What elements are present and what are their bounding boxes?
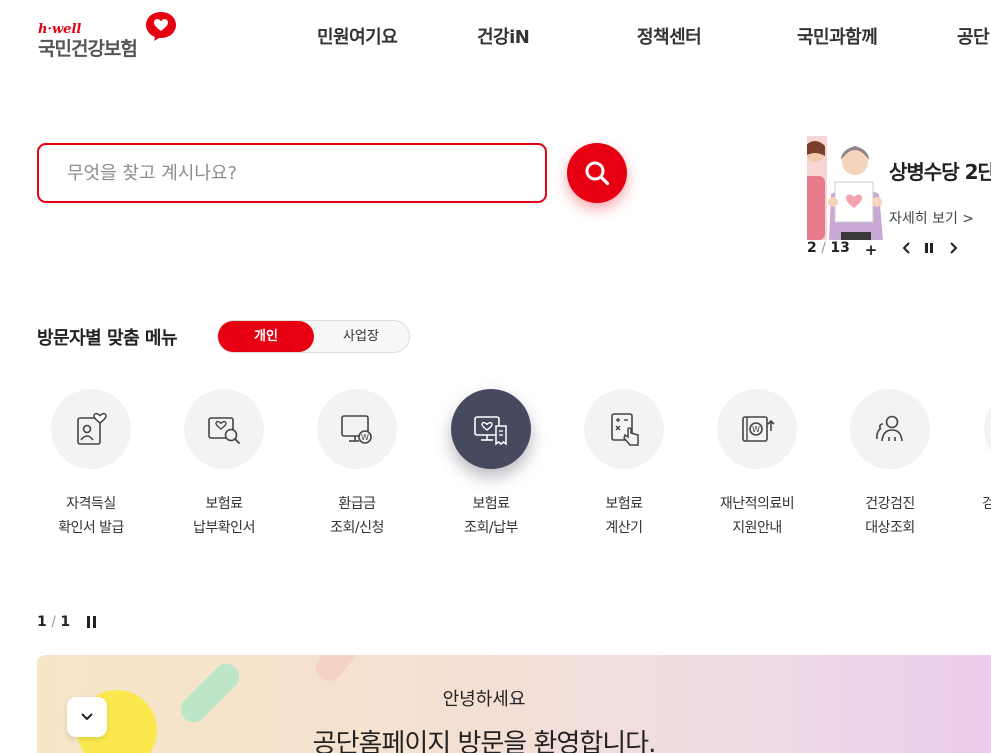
nav-item-health-in[interactable]: 건강iN [477,23,530,49]
search-box [37,143,547,203]
welcome-banner: 안녕하세요 공단홈페이지 방문을 환영합니다. [37,655,991,753]
nav-item-corporation[interactable]: 공단 [957,23,990,49]
notice-total: 1 [60,614,71,630]
svg-text:W: W [752,425,760,434]
banner-pause-button[interactable] [921,240,937,260]
quick-label-1: 환급금 [338,496,376,512]
quick-menu-icon-circle: W [717,389,797,469]
quick-label-2: 대상조회 [865,520,915,536]
quick-menu-item[interactable]: 보험료계산기 [569,389,679,540]
pause-icon-bar [87,616,90,628]
chevron-right-icon [950,242,958,254]
quick-label-1: 건강검진 [865,496,915,512]
quick-label-1: 자격득실 [66,496,116,512]
monitor-receipt-icon [474,416,507,446]
visitor-menu-title: 방문자별 맞춤 메뉴 [37,328,178,349]
quick-menu-icon-circle [51,389,131,469]
banner-next-button[interactable] [945,240,961,260]
visitor-type-toggle: 개인 사업장 [217,320,410,353]
id-card-heart-icon [77,412,107,445]
quick-menu-icon-circle [850,389,930,469]
quick-label-2: 검 [982,496,991,512]
notice-pager: 1 / 1 [37,614,71,630]
safe-won-icon: W [742,416,775,442]
banner-prev-button[interactable] [899,240,915,260]
welcome-message: 공단홈페이지 방문을 환영합니다. [312,729,657,753]
banner-detail-link[interactable]: 자세히 보기 > [889,208,974,228]
nav-item-civil-service[interactable]: 민원여기요 [317,23,398,49]
quick-label-2: 납부확인서 [193,520,255,536]
decoration-pill [310,655,370,687]
quick-menu-item[interactable]: W 재난적의료비지원안내 [702,389,812,540]
quick-label-2: 조회/납부 [464,520,518,536]
quick-label-1: 보험료 [205,496,243,512]
quick-menu-item[interactable]: W 환급금조회/신청 [302,389,412,540]
search-button[interactable] [567,143,627,203]
monitor-won-icon: W [341,415,372,444]
search-icon [585,161,610,186]
notice-current: 1 [37,614,47,630]
quick-label-2: 계산기 [605,520,643,536]
search-input[interactable] [39,145,545,201]
banner-add-button[interactable]: + [863,240,879,260]
quick-menu-icon-circle [584,389,664,469]
quick-menu-icon-circle [984,389,991,469]
banner-controls: 2 / 13 + [807,240,991,260]
nav-item-with-citizens[interactable]: 국민과함께 [797,23,878,49]
quick-menu-item-active[interactable]: 보험료조회/납부 [436,389,546,540]
quick-menu-icon-circle [184,389,264,469]
calculator-hand-icon [611,413,639,446]
quick-menu-icon-circle [451,389,531,469]
document-search-icon [208,417,240,444]
welcome-greeting: 안녕하세요 [442,689,526,710]
tab-business[interactable]: 사업장 [313,321,409,352]
chevron-left-icon [902,242,910,254]
quick-menu-icon-circle: W [317,389,397,469]
pause-icon [925,243,933,253]
pause-icon-bar [93,616,96,628]
quick-label-1: 재난적의료비 [719,496,795,512]
tab-personal[interactable]: 개인 [218,321,314,352]
quick-menu-item[interactable]: 자격득실확인서 발급 [36,389,146,540]
banner-total: 13 [830,240,850,256]
quick-menu-item[interactable]: 건강검진대상조회 [835,389,945,540]
quick-label-1: 보험료 [472,496,510,512]
quick-menu-item[interactable]: 보험료납부확인서 [169,389,279,540]
quick-label-2: 지원안내 [732,520,782,536]
banner-title: 상병수당 2단 [889,160,991,184]
notice-pause-button[interactable] [86,616,98,630]
banner-illustration [807,136,883,240]
quick-menu-item-partial[interactable]: 검 [968,389,991,516]
quick-label-1: 보험료 [605,496,643,512]
svg-text:W: W [361,433,369,442]
quick-label-2: 확인서 발급 [58,520,124,536]
quick-label-2: 조회/신청 [330,520,384,536]
people-icon [876,415,903,442]
banner-pager: 2 / 13 [807,240,850,256]
nav-item-policy-center[interactable]: 정책센터 [637,23,702,49]
banner-current: 2 [807,240,817,256]
chevron-down-icon [81,713,93,721]
main-nav: 민원여기요 건강iN 정책센터 국민과함께 공단 [0,23,991,49]
promo-banner: 상병수당 2단 자세히 보기 > 2 / 13 + [807,136,991,266]
